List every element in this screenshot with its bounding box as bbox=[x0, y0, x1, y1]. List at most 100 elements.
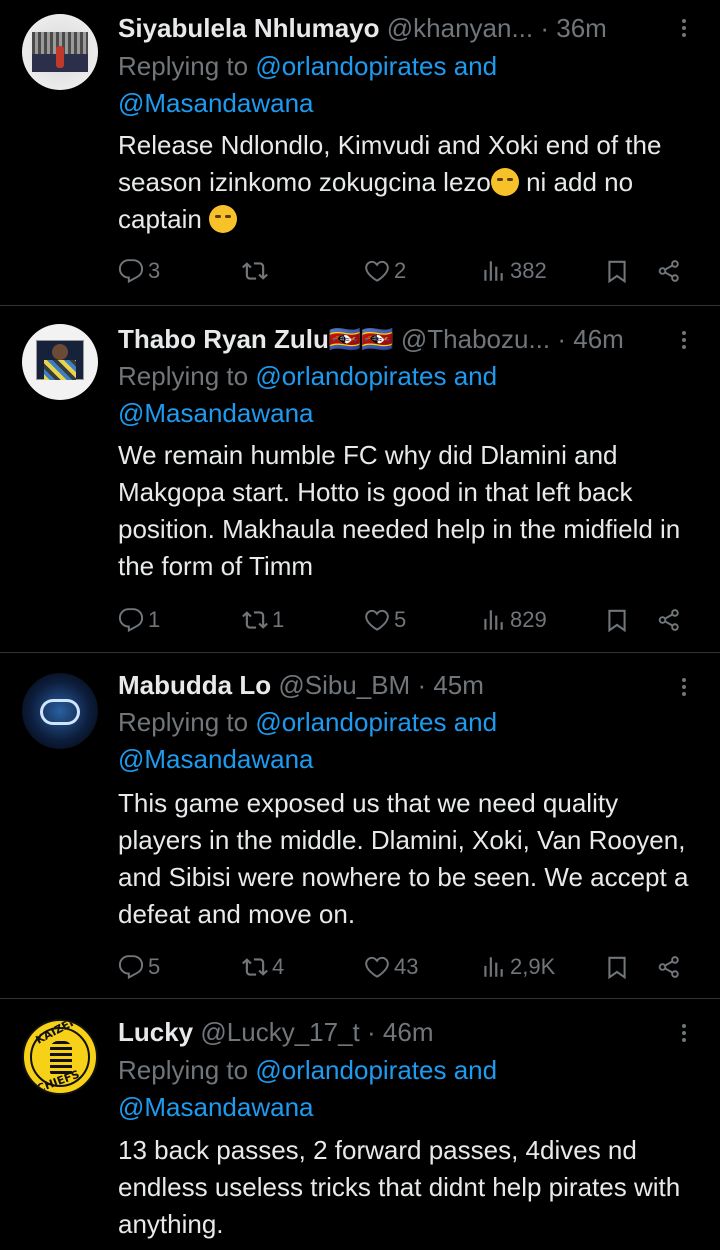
replying-to: Replying to @orlandopirates and @Masanda… bbox=[118, 48, 708, 122]
share-icon bbox=[656, 607, 682, 633]
repost-icon bbox=[242, 607, 268, 633]
reply-mention-link[interactable]: @Masandawana bbox=[118, 744, 314, 774]
repost-icon bbox=[242, 954, 268, 980]
reply-count: 5 bbox=[148, 954, 161, 979]
reply-button[interactable]: 1 bbox=[118, 604, 160, 636]
reply-mention-link[interactable]: @Masandawana bbox=[118, 1092, 314, 1122]
timestamp[interactable]: · 45m bbox=[417, 670, 483, 700]
action-bar: 1 1 5 829 bbox=[118, 604, 688, 636]
view-count: 2,9K bbox=[510, 954, 556, 979]
reply-icon bbox=[118, 954, 144, 980]
tweet-text: We remain humble FC why did Dlamini and … bbox=[118, 440, 681, 581]
reply-count: 1 bbox=[148, 607, 161, 632]
repost-count: 1 bbox=[272, 607, 285, 632]
reply-button[interactable]: 5 bbox=[118, 951, 160, 983]
heart-icon bbox=[364, 607, 390, 633]
more-options-icon[interactable] bbox=[678, 675, 690, 701]
action-bar: 5 4 43 2,9K bbox=[118, 951, 688, 983]
reply-button[interactable]: 3 bbox=[118, 255, 160, 287]
more-options-icon[interactable] bbox=[678, 1021, 690, 1047]
heart-icon bbox=[364, 954, 390, 980]
action-bar: 3 2 382 bbox=[118, 255, 688, 287]
bookmark-icon bbox=[604, 954, 630, 980]
more-options-icon[interactable] bbox=[678, 16, 690, 42]
tweet-header: Thabo Ryan Zulu🇸🇿🇸🇿 @Thabozu... · 46m bbox=[118, 321, 624, 357]
like-count: 43 bbox=[394, 954, 419, 979]
bookmark-button[interactable] bbox=[604, 604, 630, 636]
more-options-icon[interactable] bbox=[678, 328, 690, 354]
handle[interactable]: @Thabozu... bbox=[401, 324, 550, 354]
share-icon bbox=[656, 258, 682, 284]
tweet[interactable]: Thabo Ryan Zulu🇸🇿🇸🇿 @Thabozu... · 46m Re… bbox=[0, 306, 720, 652]
replying-prefix: Replying to bbox=[118, 707, 249, 737]
display-name[interactable]: Mabudda Lo bbox=[118, 670, 271, 700]
repost-icon bbox=[242, 258, 268, 284]
heart-icon bbox=[364, 258, 390, 284]
repost-button[interactable] bbox=[242, 255, 272, 287]
reply-mention-link[interactable]: @Masandawana bbox=[118, 88, 314, 118]
bookmark-icon bbox=[604, 258, 630, 284]
like-count: 5 bbox=[394, 607, 407, 632]
reply-count: 3 bbox=[148, 258, 161, 283]
timestamp[interactable]: · 36m bbox=[540, 13, 606, 43]
views-icon bbox=[480, 258, 506, 284]
replying-to: Replying to @orlandopirates and @Masanda… bbox=[118, 358, 708, 432]
tweet[interactable]: KAIZER CHIEFS Lucky @Lucky_17_t · 46m Re… bbox=[0, 999, 720, 1250]
display-name[interactable]: Siyabulela Nhlumayo bbox=[118, 13, 380, 43]
like-button[interactable]: 2 bbox=[364, 255, 406, 287]
tweet-header: Lucky @Lucky_17_t · 46m bbox=[118, 1014, 433, 1050]
share-button[interactable] bbox=[656, 604, 682, 636]
handle[interactable]: @khanyan... bbox=[387, 13, 533, 43]
avatar[interactable]: KAIZER CHIEFS bbox=[22, 1019, 98, 1095]
repost-button[interactable]: 4 bbox=[242, 951, 284, 983]
smirk-emoji-icon bbox=[490, 168, 519, 196]
replying-prefix: Replying to bbox=[118, 51, 249, 81]
repost-button[interactable]: 1 bbox=[242, 604, 284, 636]
timestamp[interactable]: · 46m bbox=[557, 324, 623, 354]
like-count: 2 bbox=[394, 258, 407, 283]
views-button[interactable]: 829 bbox=[480, 604, 547, 636]
avatar[interactable] bbox=[22, 324, 98, 400]
bookmark-button[interactable] bbox=[604, 951, 630, 983]
tweet[interactable]: Siyabulela Nhlumayo @khanyan... · 36m Re… bbox=[0, 0, 720, 305]
tweet-text: This game exposed us that we need qualit… bbox=[118, 788, 689, 929]
share-button[interactable] bbox=[656, 255, 682, 287]
replying-to: Replying to @orlandopirates and @Masanda… bbox=[118, 704, 708, 778]
handle[interactable]: @Lucky_17_t bbox=[200, 1017, 359, 1047]
bookmark-icon bbox=[604, 607, 630, 633]
tweet-text: 13 back passes, 2 forward passes, 4dives… bbox=[118, 1135, 681, 1239]
like-button[interactable]: 5 bbox=[364, 604, 406, 636]
reply-icon bbox=[118, 258, 144, 284]
reply-mention-link[interactable]: @Masandawana bbox=[118, 398, 314, 428]
timestamp[interactable]: · 46m bbox=[367, 1017, 433, 1047]
tweet-header: Mabudda Lo @Sibu_BM · 45m bbox=[118, 667, 484, 703]
reply-mention-link[interactable]: @orlandopirates and bbox=[255, 1055, 497, 1085]
share-button[interactable] bbox=[656, 951, 682, 983]
avatar[interactable] bbox=[22, 673, 98, 749]
display-name[interactable]: Thabo Ryan Zulu🇸🇿🇸🇿 bbox=[118, 324, 394, 354]
views-button[interactable]: 382 bbox=[480, 255, 547, 287]
tweet-header: Siyabulela Nhlumayo @khanyan... · 36m bbox=[118, 10, 607, 46]
views-icon bbox=[480, 607, 506, 633]
tweet[interactable]: Mabudda Lo @Sibu_BM · 45m Replying to @o… bbox=[0, 653, 720, 998]
avatar[interactable] bbox=[22, 14, 98, 90]
replying-to: Replying to @orlandopirates and @Masanda… bbox=[118, 1052, 708, 1126]
view-count: 829 bbox=[510, 607, 547, 632]
replying-prefix: Replying to bbox=[118, 361, 249, 391]
view-count: 382 bbox=[510, 258, 547, 283]
handle[interactable]: @Sibu_BM bbox=[278, 670, 410, 700]
views-icon bbox=[480, 954, 506, 980]
reply-mention-link[interactable]: @orlandopirates and bbox=[255, 51, 497, 81]
reply-mention-link[interactable]: @orlandopirates and bbox=[255, 361, 497, 391]
repost-count: 4 bbox=[272, 954, 285, 979]
replying-prefix: Replying to bbox=[118, 1055, 249, 1085]
bookmark-button[interactable] bbox=[604, 255, 630, 287]
share-icon bbox=[656, 954, 682, 980]
eye-roll-emoji-icon bbox=[209, 205, 238, 233]
display-name[interactable]: Lucky bbox=[118, 1017, 193, 1047]
like-button[interactable]: 43 bbox=[364, 951, 418, 983]
views-button[interactable]: 2,9K bbox=[480, 951, 555, 983]
reply-icon bbox=[118, 607, 144, 633]
reply-mention-link[interactable]: @orlandopirates and bbox=[255, 707, 497, 737]
tweet-text: Release Ndlondlo, Kimvudi and Xoki end o… bbox=[118, 127, 708, 238]
